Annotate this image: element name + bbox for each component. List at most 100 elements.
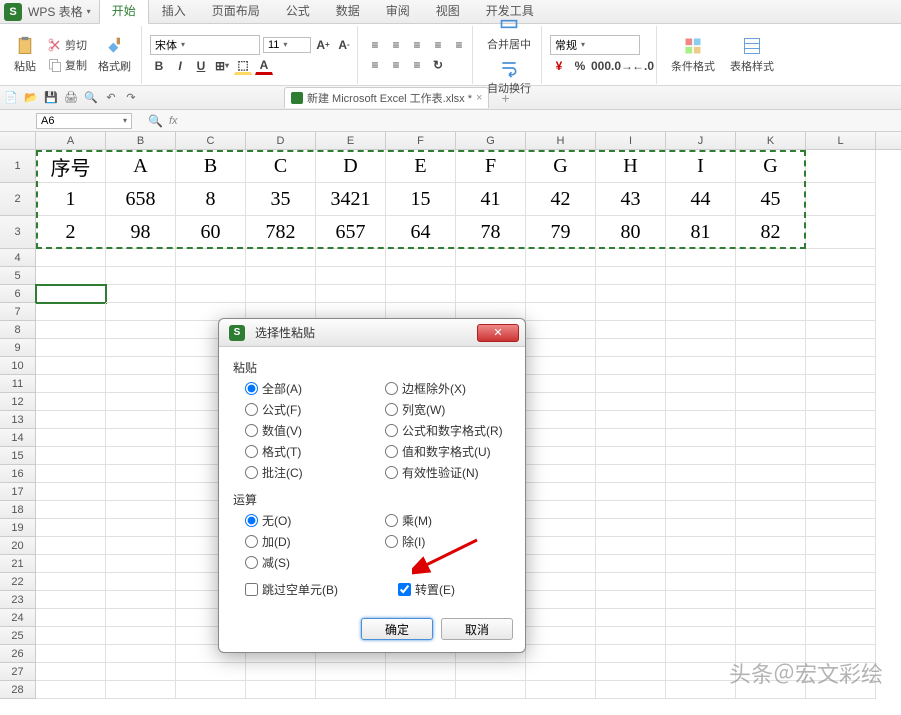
cell[interactable]: [316, 663, 386, 681]
cell[interactable]: C: [246, 150, 316, 183]
undo-icon[interactable]: ↶: [104, 91, 118, 105]
cell[interactable]: 3421: [316, 183, 386, 216]
radio-option[interactable]: 除(I): [385, 533, 432, 550]
cell[interactable]: [36, 627, 106, 645]
cell[interactable]: [176, 267, 246, 285]
cell[interactable]: [36, 645, 106, 663]
row-header[interactable]: 12: [0, 393, 36, 411]
cell[interactable]: [526, 285, 596, 303]
radio-input[interactable]: [385, 403, 398, 416]
app-menu-dropdown-icon[interactable]: ▾: [87, 7, 91, 16]
cell[interactable]: [596, 519, 666, 537]
cell[interactable]: [666, 249, 736, 267]
cell[interactable]: [386, 249, 456, 267]
cut-button[interactable]: 剪切: [45, 36, 89, 54]
cell[interactable]: [246, 285, 316, 303]
radio-option[interactable]: 值和数字格式(U): [385, 443, 503, 460]
cell[interactable]: [806, 555, 876, 573]
cell[interactable]: [666, 519, 736, 537]
cell[interactable]: 78: [456, 216, 526, 249]
dialog-close-button[interactable]: ✕: [477, 324, 519, 342]
cell[interactable]: [596, 393, 666, 411]
cell[interactable]: 782: [246, 216, 316, 249]
cell[interactable]: [666, 573, 736, 591]
cell[interactable]: [526, 609, 596, 627]
row-header[interactable]: 20: [0, 537, 36, 555]
cell[interactable]: 82: [736, 216, 806, 249]
cell[interactable]: [106, 483, 176, 501]
cell[interactable]: 80: [596, 216, 666, 249]
cell[interactable]: [806, 519, 876, 537]
radio-input[interactable]: [385, 514, 398, 527]
indent-decrease-button[interactable]: ≡: [429, 36, 447, 54]
align-right-button[interactable]: ≡: [408, 56, 426, 74]
cell[interactable]: [106, 375, 176, 393]
cell[interactable]: [666, 267, 736, 285]
cell[interactable]: [736, 339, 806, 357]
row-header[interactable]: 5: [0, 267, 36, 285]
conditional-format-button[interactable]: 条件格式: [665, 34, 721, 76]
cell[interactable]: [106, 249, 176, 267]
cell[interactable]: [246, 663, 316, 681]
cell[interactable]: [806, 465, 876, 483]
cell[interactable]: [386, 285, 456, 303]
cell[interactable]: [456, 663, 526, 681]
cell[interactable]: [596, 357, 666, 375]
number-format-combo[interactable]: 常规▾: [550, 35, 640, 55]
decrease-font-button[interactable]: A-: [335, 36, 353, 54]
cell[interactable]: 15: [386, 183, 456, 216]
cell[interactable]: [596, 321, 666, 339]
cell[interactable]: [526, 555, 596, 573]
cell[interactable]: [666, 663, 736, 681]
cell[interactable]: [736, 573, 806, 591]
transpose-input[interactable]: [398, 583, 411, 596]
cell[interactable]: G: [526, 150, 596, 183]
radio-option[interactable]: 列宽(W): [385, 401, 503, 418]
radio-option[interactable]: 减(S): [245, 554, 375, 571]
cell[interactable]: [596, 555, 666, 573]
cell[interactable]: [736, 393, 806, 411]
cell[interactable]: [316, 681, 386, 699]
column-header[interactable]: G: [456, 132, 526, 149]
cell[interactable]: [36, 285, 106, 303]
cell[interactable]: [36, 573, 106, 591]
cell[interactable]: [526, 519, 596, 537]
cell[interactable]: [176, 249, 246, 267]
cell[interactable]: [526, 339, 596, 357]
cell[interactable]: [806, 285, 876, 303]
cell[interactable]: [806, 303, 876, 321]
cell[interactable]: E: [386, 150, 456, 183]
cell[interactable]: [596, 249, 666, 267]
cell[interactable]: 35: [246, 183, 316, 216]
fx-label[interactable]: fx: [169, 115, 178, 127]
save-icon[interactable]: 💾: [44, 91, 58, 105]
cell[interactable]: [386, 267, 456, 285]
cell[interactable]: [106, 267, 176, 285]
cell[interactable]: [526, 447, 596, 465]
radio-input[interactable]: [385, 535, 398, 548]
cell[interactable]: [666, 537, 736, 555]
decrease-decimal-button[interactable]: ←.0: [634, 57, 652, 75]
row-header[interactable]: 9: [0, 339, 36, 357]
cell[interactable]: [806, 627, 876, 645]
radio-option[interactable]: 加(D): [245, 533, 375, 550]
cell[interactable]: 44: [666, 183, 736, 216]
radio-option[interactable]: 边框除外(X): [385, 380, 503, 397]
cell[interactable]: [106, 393, 176, 411]
currency-button[interactable]: ¥: [550, 57, 568, 75]
new-file-icon[interactable]: 📄: [4, 91, 18, 105]
row-header[interactable]: 27: [0, 663, 36, 681]
cell[interactable]: [36, 393, 106, 411]
radio-option[interactable]: 有效性验证(N): [385, 464, 503, 481]
cell[interactable]: [36, 663, 106, 681]
cell[interactable]: [596, 645, 666, 663]
cell[interactable]: [736, 321, 806, 339]
row-header[interactable]: 18: [0, 501, 36, 519]
cell[interactable]: [526, 267, 596, 285]
cell[interactable]: [666, 339, 736, 357]
cell[interactable]: 79: [526, 216, 596, 249]
add-tab-button[interactable]: +: [501, 90, 509, 106]
format-painter-button[interactable]: 格式刷: [92, 34, 137, 76]
cell[interactable]: [666, 429, 736, 447]
radio-input[interactable]: [245, 514, 258, 527]
